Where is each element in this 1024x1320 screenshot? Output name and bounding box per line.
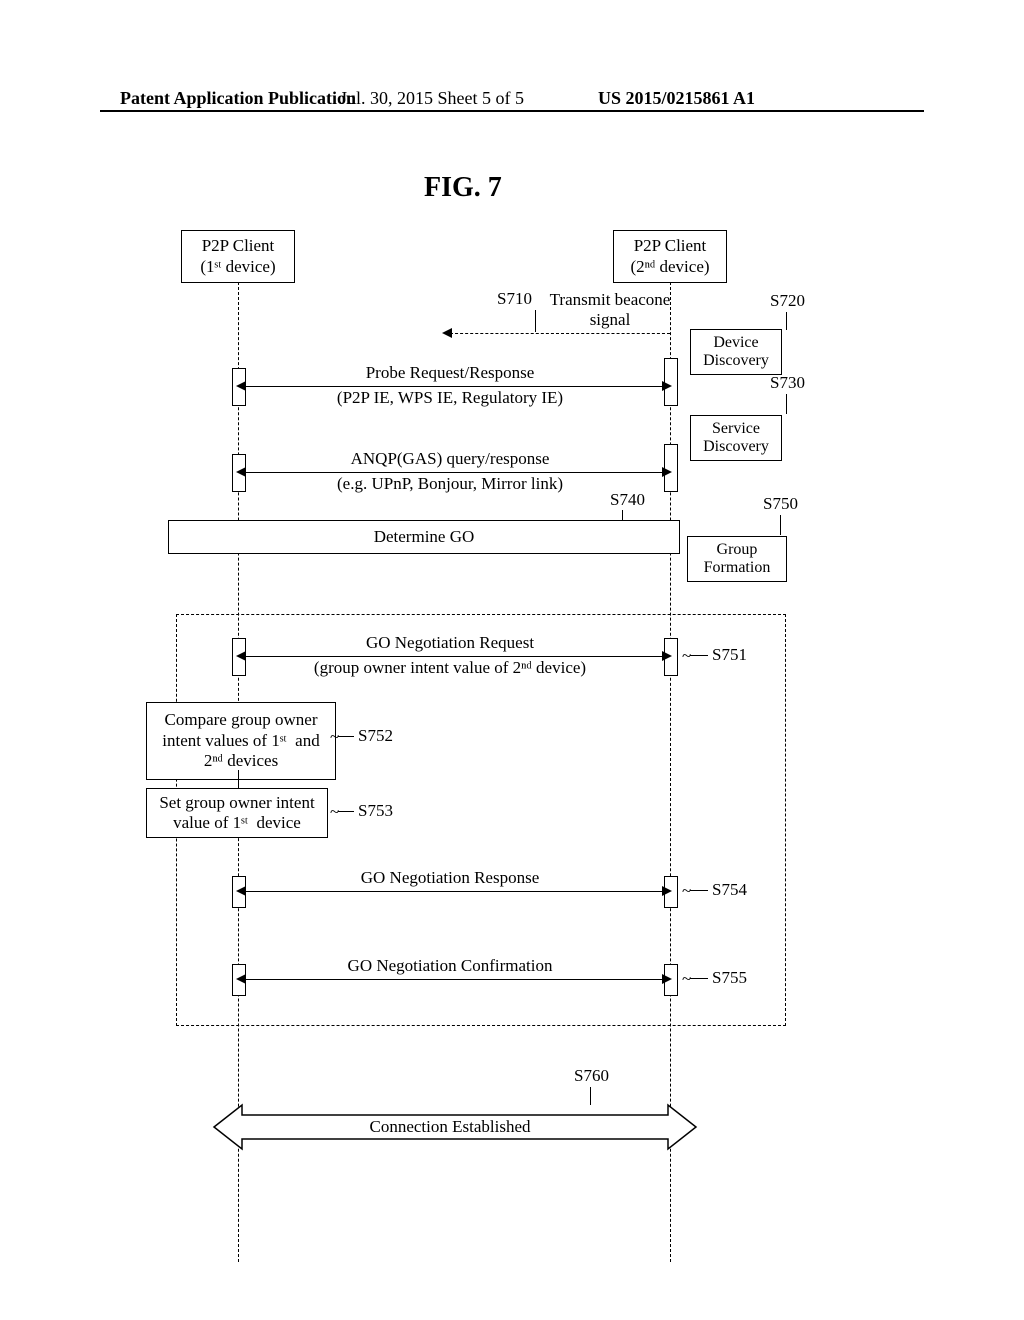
- leader-s720: [786, 312, 787, 330]
- tilde-s752: ~: [330, 727, 339, 747]
- arrow-s754-head-left-icon: [236, 886, 246, 896]
- phase-service-discovery: Service Discovery: [690, 415, 782, 461]
- arrow-probe: [244, 386, 664, 387]
- msg-anqp-main: ANQP(GAS) query/response: [351, 449, 550, 469]
- step-s751: S751: [712, 645, 747, 665]
- msg-connection: Connection Established: [369, 1117, 530, 1137]
- tilde-s754: ~: [682, 881, 691, 901]
- entity-right-line2: (2ⁿᵈ device): [626, 256, 714, 277]
- arrow-anqp-head-left-icon: [236, 467, 246, 477]
- arrow-s751-head-left-icon: [236, 651, 246, 661]
- leader-s730: [786, 394, 787, 414]
- arrow-s751: [244, 656, 664, 657]
- msg-beacon: Transmit beacone signal: [530, 290, 690, 330]
- msg-s755: GO Negotiation Confirmation: [348, 956, 553, 976]
- phase-group-formation: Group Formation: [687, 536, 787, 582]
- step-s710: S710: [497, 289, 532, 309]
- tilde-s751: ~: [682, 646, 691, 666]
- phase-device-discovery: Device Discovery: [690, 329, 782, 375]
- arrow-s751-head-right-icon: [662, 651, 672, 661]
- msg-probe-sub: (P2P IE, WPS IE, Regulatory IE): [337, 388, 563, 408]
- arrow-head-left-icon: [442, 328, 452, 338]
- leader-s710: [535, 310, 536, 332]
- arrow-beacon: [450, 333, 670, 334]
- step-s740: S740: [610, 490, 645, 510]
- entity-right: P2P Client (2ⁿᵈ device): [613, 230, 727, 283]
- sequence-diagram: P2P Client (1ˢᵗ device) P2P Client (2ⁿᵈ …: [150, 230, 870, 1270]
- msg-s751-main: GO Negotiation Request: [366, 633, 534, 653]
- arrow-probe-head-right-icon: [662, 381, 672, 391]
- leader-s752-seg: [338, 736, 354, 737]
- page: Patent Application Publication Jul. 30, …: [0, 0, 1024, 1320]
- box-determine-go: Determine GO: [168, 520, 680, 554]
- header-pub: US 2015/0215861 A1: [598, 88, 755, 109]
- step-s753: S753: [358, 801, 393, 821]
- entity-left-line2: (1ˢᵗ device): [194, 256, 282, 277]
- step-s755: S755: [712, 968, 747, 988]
- header-date: Jul. 30, 2015 Sheet 5 of 5: [340, 88, 524, 109]
- arrow-anqp-head-right-icon: [662, 467, 672, 477]
- step-s730: S730: [770, 373, 805, 393]
- entity-left: P2P Client (1ˢᵗ device): [181, 230, 295, 283]
- leader-s750: [780, 515, 781, 535]
- arrow-probe-head-left-icon: [236, 381, 246, 391]
- leader-s753-seg: [338, 811, 354, 812]
- leader-s755-seg: [690, 978, 708, 979]
- msg-s751-sub: (group owner intent value of 2ⁿᵈ device): [314, 658, 586, 678]
- msg-anqp-sub: (e.g. UPnP, Bonjour, Mirror link): [337, 474, 563, 494]
- tilde-s753: ~: [330, 802, 339, 822]
- arrow-s754: [244, 891, 664, 892]
- arrow-s754-head-right-icon: [662, 886, 672, 896]
- header-rule: [100, 110, 924, 112]
- box-compare: Compare group owner intent values of 1ˢᵗ…: [146, 702, 336, 780]
- figure-label: FIG. 7: [424, 172, 502, 204]
- entity-left-line1: P2P Client: [194, 235, 282, 256]
- step-s760: S760: [574, 1066, 609, 1086]
- leader-s754-seg: [690, 890, 708, 891]
- tilde-s755: ~: [682, 969, 691, 989]
- step-s752: S752: [358, 726, 393, 746]
- msg-probe-main: Probe Request/Response: [366, 363, 535, 383]
- step-s720: S720: [770, 291, 805, 311]
- entity-right-line1: P2P Client: [626, 235, 714, 256]
- step-s750: S750: [763, 494, 798, 514]
- step-s754: S754: [712, 880, 747, 900]
- header-left: Patent Application Publication: [120, 88, 356, 109]
- connector-boxes: [238, 770, 239, 788]
- msg-s754: GO Negotiation Response: [361, 868, 539, 888]
- arrow-s755-head-left-icon: [236, 974, 246, 984]
- arrow-s755: [244, 979, 664, 980]
- arrow-anqp: [244, 472, 664, 473]
- leader-s751-seg: [690, 655, 708, 656]
- arrow-s755-head-right-icon: [662, 974, 672, 984]
- box-set-intent: Set group owner intent value of 1ˢᵗ devi…: [146, 788, 328, 838]
